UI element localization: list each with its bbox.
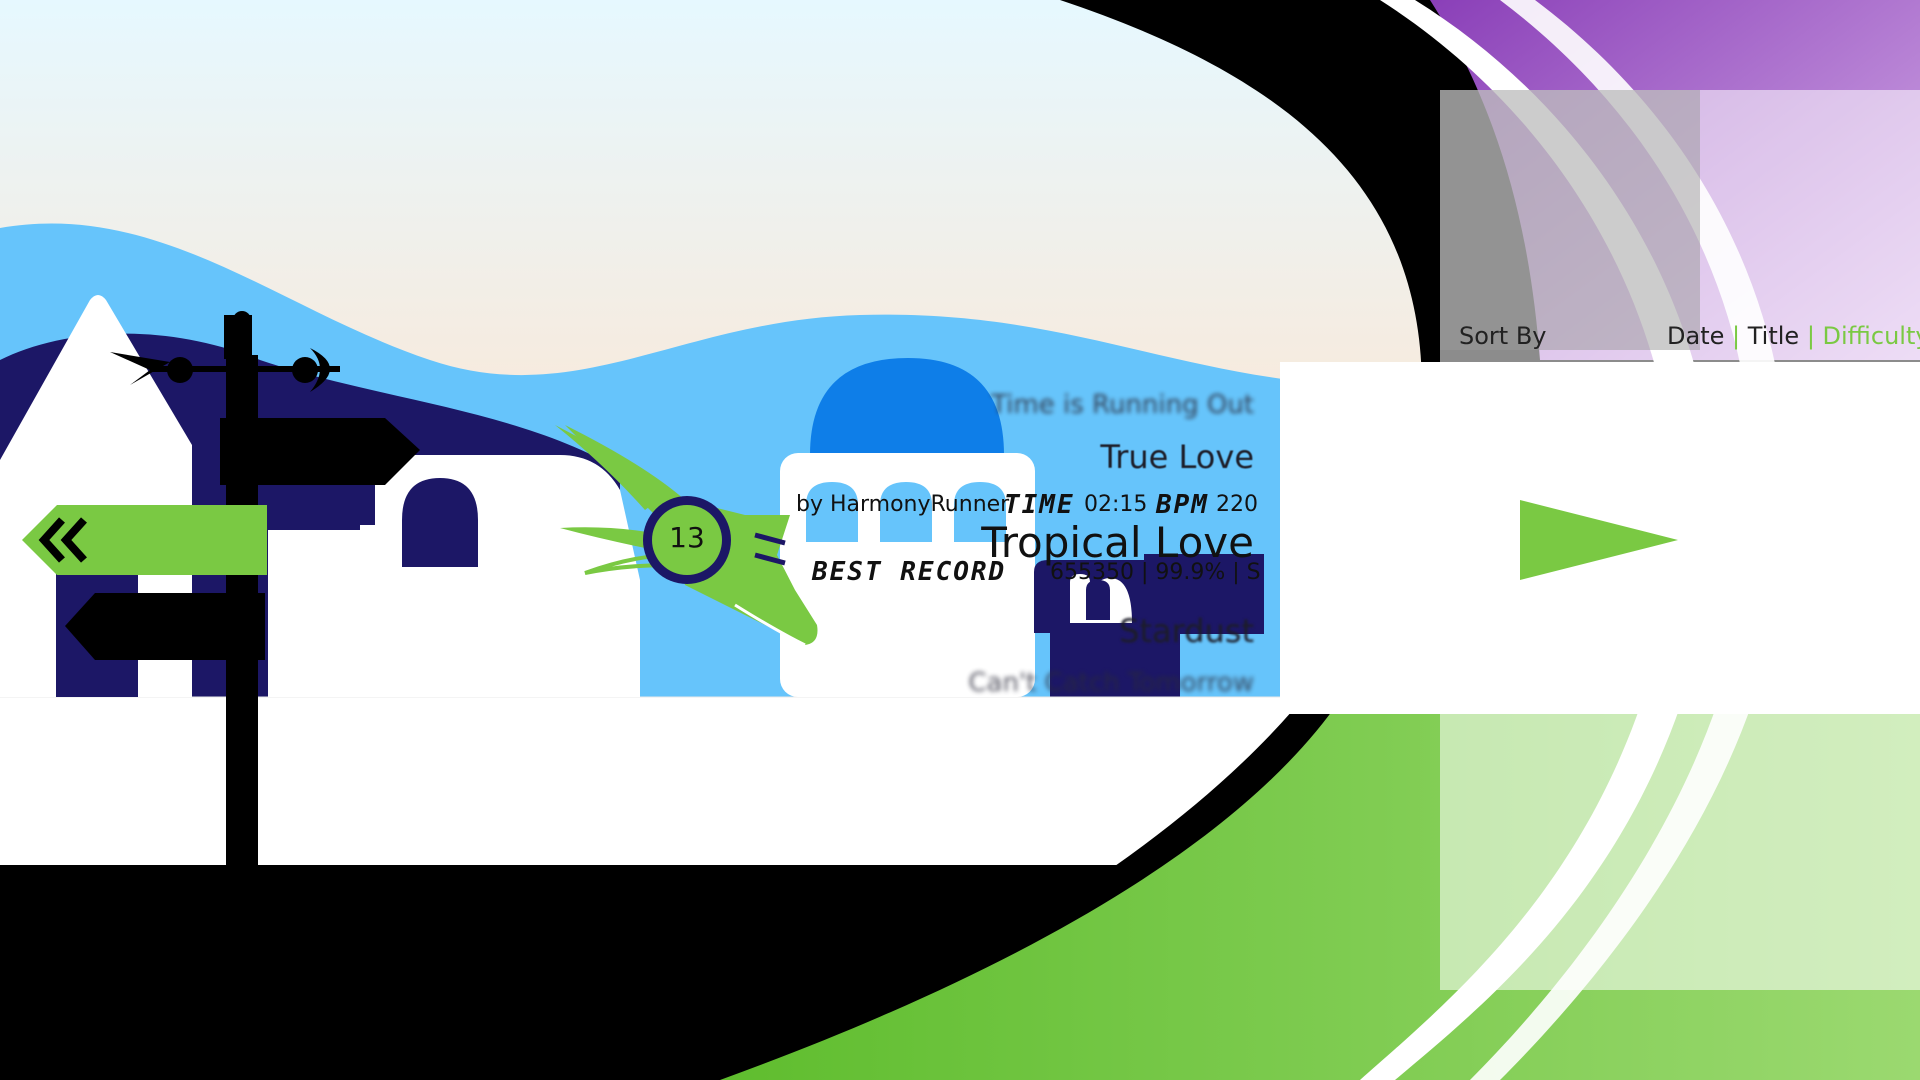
double-chevron-left-icon bbox=[22, 505, 267, 575]
best-record-label: BEST RECORD bbox=[812, 557, 1007, 587]
play-button[interactable] bbox=[1518, 500, 1680, 580]
time-label: TIME bbox=[1004, 490, 1075, 520]
best-record-value: 655350 | 99.9% | S bbox=[1050, 560, 1261, 585]
sort-option-title[interactable]: Title bbox=[1748, 322, 1799, 350]
sort-separator: | bbox=[1806, 322, 1823, 350]
sort-option-date[interactable]: Date bbox=[1667, 322, 1724, 350]
sort-option-difficulty[interactable]: Difficulty bbox=[1823, 322, 1920, 350]
time-value: 02:15 bbox=[1084, 492, 1148, 517]
game-screen: 13 Time is Running Out True Love Tropica… bbox=[0, 0, 1920, 1080]
song-list-item[interactable]: Time is Running Out bbox=[991, 390, 1254, 420]
artist-name: by HarmonyRunner bbox=[796, 492, 1010, 517]
back-button[interactable] bbox=[22, 505, 267, 575]
song-list-item[interactable]: True Love bbox=[1100, 438, 1254, 476]
level-badge: 13 bbox=[555, 425, 825, 655]
sort-options: Date | Title | Difficulty bbox=[1667, 322, 1920, 350]
bpm-value: 220 bbox=[1216, 492, 1258, 517]
song-list-item[interactable]: Can't Catch Tomorrow bbox=[968, 668, 1254, 698]
bpm-label: BPM bbox=[1156, 490, 1209, 520]
sort-label: Sort By bbox=[1459, 322, 1547, 350]
song-list-item[interactable]: Stardust bbox=[1119, 612, 1254, 650]
level-number: 13 bbox=[669, 521, 705, 554]
sort-separator: | bbox=[1732, 322, 1748, 350]
play-triangle-icon bbox=[1520, 500, 1678, 580]
